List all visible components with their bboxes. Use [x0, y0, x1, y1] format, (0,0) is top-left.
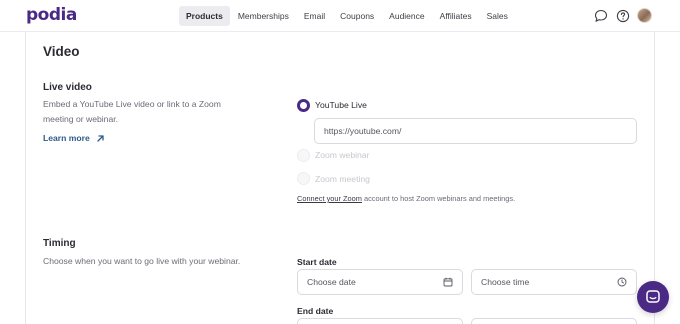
- messenger-launcher-button[interactable]: [637, 281, 669, 313]
- nav-affiliates[interactable]: Affiliates: [433, 6, 479, 26]
- radio-zoom-meeting: [297, 172, 310, 185]
- messenger-icon: [646, 290, 660, 303]
- end-date-input[interactable]: [297, 318, 463, 324]
- end-time-input[interactable]: [471, 318, 637, 324]
- radio-zoom-meeting-label: Zoom meeting: [315, 174, 370, 184]
- timing-heading: Timing: [43, 238, 76, 249]
- podia-logo[interactable]: podia: [26, 5, 77, 25]
- user-avatar[interactable]: [637, 8, 652, 23]
- connect-zoom-link[interactable]: Connect your Zoom: [297, 194, 362, 203]
- calendar-icon: [443, 277, 453, 287]
- nav-email[interactable]: Email: [297, 6, 332, 26]
- start-date-label: Start date: [297, 257, 337, 267]
- nav-coupons[interactable]: Coupons: [333, 6, 381, 26]
- live-video-description: Embed a YouTube Live video or link to a …: [43, 99, 221, 124]
- help-icon[interactable]: [616, 9, 630, 23]
- nav-audience[interactable]: Audience: [382, 6, 431, 26]
- radio-zoom-webinar-label: Zoom webinar: [315, 150, 370, 160]
- learn-more-link[interactable]: Learn more: [43, 133, 105, 143]
- main-nav: Products Memberships Email Coupons Audie…: [179, 6, 516, 26]
- chat-bubble-icon[interactable]: [594, 9, 608, 23]
- clock-icon: [617, 277, 627, 287]
- radio-youtube-live-label[interactable]: YouTube Live: [315, 100, 367, 110]
- live-video-heading: Live video: [43, 82, 92, 93]
- start-date-input[interactable]: Choose date: [297, 269, 463, 295]
- nav-sales[interactable]: Sales: [480, 6, 515, 26]
- start-time-placeholder: Choose time: [481, 277, 530, 287]
- arrow-up-right-icon: [97, 134, 104, 142]
- section-title-video: Video: [43, 44, 80, 59]
- zoom-connect-note: Connect your Zoom account to host Zoom w…: [297, 194, 515, 203]
- youtube-url-input[interactable]: https://youtube.com/: [314, 118, 637, 144]
- zoom-note-text: account to host Zoom webinars and meetin…: [361, 194, 516, 203]
- radio-youtube-live[interactable]: [297, 99, 310, 112]
- timing-description: Choose when you want to go live with you…: [43, 256, 241, 266]
- nav-memberships[interactable]: Memberships: [231, 6, 296, 26]
- radio-zoom-webinar: [297, 149, 310, 162]
- learn-more-label: Learn more: [43, 133, 90, 143]
- nav-products[interactable]: Products: [179, 6, 230, 26]
- start-date-placeholder: Choose date: [307, 277, 356, 287]
- start-time-input[interactable]: Choose time: [471, 269, 637, 295]
- top-navigation-bar: podia Products Memberships Email Coupons…: [0, 0, 680, 32]
- youtube-url-placeholder: https://youtube.com/: [324, 126, 402, 136]
- end-date-label: End date: [297, 306, 334, 316]
